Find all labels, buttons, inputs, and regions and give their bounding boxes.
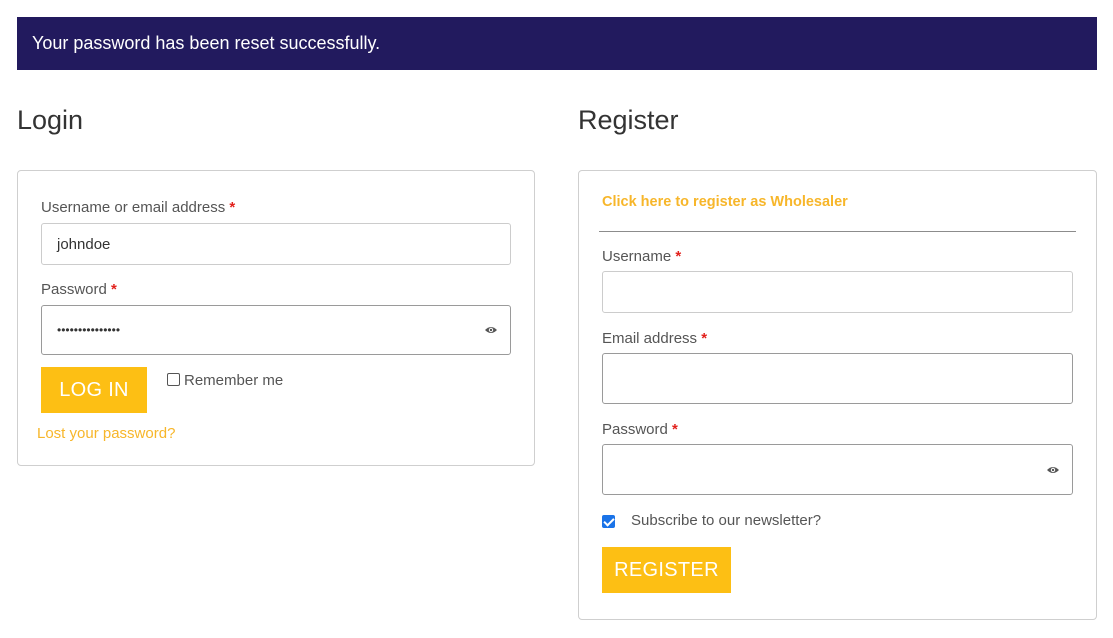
required-marker: * xyxy=(675,248,682,265)
eye-icon[interactable] xyxy=(484,325,498,335)
password-input[interactable]: ••••••••••••••• xyxy=(41,305,511,355)
remember-me-checkbox[interactable] xyxy=(167,373,180,386)
password-value: ••••••••••••••• xyxy=(57,323,121,337)
newsletter-checkbox[interactable] xyxy=(602,515,615,528)
newsletter-label: Subscribe to our newsletter? xyxy=(631,512,822,529)
notice-message: Your password has been reset successfull… xyxy=(32,33,381,53)
login-title: Login xyxy=(17,105,84,135)
register-username-label: Username * xyxy=(602,248,682,265)
register-form: Click here to register as Wholesaler Use… xyxy=(578,170,1097,620)
divider xyxy=(599,231,1076,232)
register-username-input[interactable] xyxy=(602,271,1073,313)
username-value: johndoe xyxy=(57,235,111,253)
remember-me-label: Remember me xyxy=(184,372,284,389)
login-form: Username or email address * johndoe Pass… xyxy=(17,170,535,466)
password-label: Password * xyxy=(41,281,117,298)
register-password-input[interactable] xyxy=(602,444,1073,495)
register-email-label: Email address * xyxy=(602,330,708,347)
register-title: Register xyxy=(578,105,679,135)
register-button[interactable]: REGISTER xyxy=(602,547,731,593)
login-button[interactable]: LOG IN xyxy=(41,367,147,413)
required-marker: * xyxy=(111,281,117,298)
required-marker: * xyxy=(701,330,708,347)
username-label: Username or email address * xyxy=(41,199,236,216)
register-password-label: Password * xyxy=(602,421,678,438)
eye-icon[interactable] xyxy=(1046,465,1060,475)
success-notice: Your password has been reset successfull… xyxy=(17,17,1097,70)
lost-password-link[interactable]: Lost your password? xyxy=(37,425,175,442)
username-input[interactable]: johndoe xyxy=(41,223,511,265)
required-marker: * xyxy=(672,421,678,438)
register-email-input[interactable] xyxy=(602,353,1073,404)
wholesaler-register-link[interactable]: Click here to register as Wholesaler xyxy=(602,194,848,210)
required-marker: * xyxy=(229,199,236,216)
